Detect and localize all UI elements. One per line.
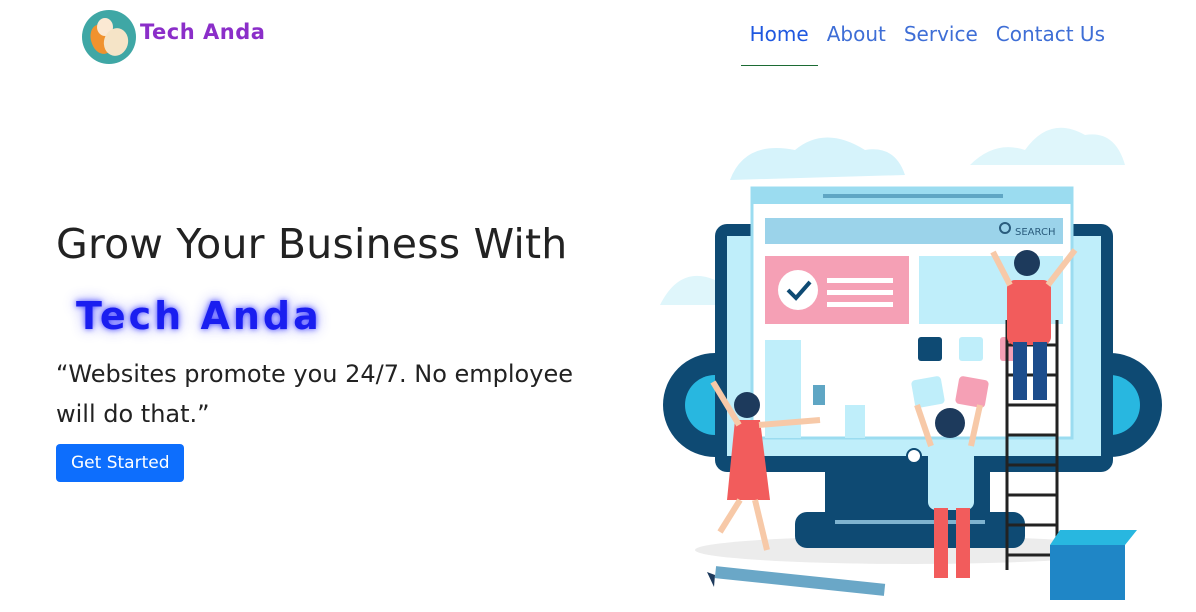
box-icon bbox=[1050, 530, 1137, 600]
web-development-illustration: SEARCH bbox=[660, 127, 1162, 600]
brand-name: Tech Anda bbox=[140, 20, 266, 44]
hero-section: Grow Your Business With Tech Anda “Websi… bbox=[56, 220, 616, 482]
get-started-button[interactable]: Get Started bbox=[56, 444, 185, 482]
nav-link-about[interactable]: About bbox=[818, 20, 895, 66]
navbar: Tech Anda Home About Service Contact Us bbox=[0, 0, 1196, 75]
nav-links: Home About Service Contact Us bbox=[740, 20, 1114, 66]
eggs-logo-icon bbox=[82, 10, 136, 64]
hero-brand-name: Tech Anda bbox=[76, 294, 322, 338]
nav-link-contact-us[interactable]: Contact Us bbox=[987, 20, 1114, 66]
pencil bbox=[707, 566, 886, 596]
illustration-search-label: SEARCH bbox=[1015, 227, 1055, 238]
nav-link-home[interactable]: Home bbox=[740, 20, 818, 66]
brand-link[interactable]: Tech Anda bbox=[82, 10, 265, 64]
hero-title: Grow Your Business With bbox=[56, 220, 568, 268]
hero-quote: “Websites promote you 24/7. No employee … bbox=[56, 360, 573, 428]
nav-link-service[interactable]: Service bbox=[895, 20, 987, 66]
